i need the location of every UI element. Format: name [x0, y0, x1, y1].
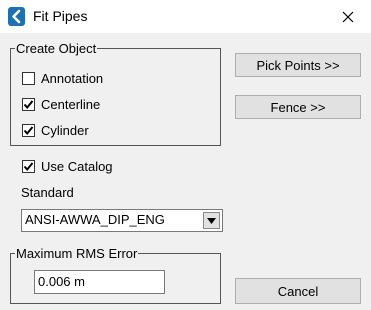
use-catalog-label: Use Catalog	[41, 158, 113, 174]
centerline-option[interactable]: Centerline	[22, 95, 100, 113]
window-title: Fit Pipes	[33, 8, 88, 24]
annotation-option[interactable]: Annotation	[22, 69, 103, 87]
standard-label: Standard	[21, 185, 74, 200]
fence-button[interactable]: Fence >>	[235, 95, 361, 119]
create-object-legend: Create Object	[16, 41, 97, 56]
close-button[interactable]	[325, 0, 371, 33]
checkmark-icon	[23, 161, 34, 171]
cancel-button[interactable]: Cancel	[235, 278, 361, 304]
cylinder-label: Cylinder	[41, 122, 89, 138]
app-icon	[8, 7, 25, 26]
pick-points-button[interactable]: Pick Points >>	[235, 53, 361, 77]
use-catalog-checkbox[interactable]	[22, 159, 35, 173]
checkmark-icon	[23, 125, 34, 135]
title-bar: Fit Pipes	[0, 0, 371, 33]
cylinder-checkbox[interactable]	[22, 123, 35, 137]
close-icon	[342, 11, 354, 22]
annotation-checkbox[interactable]	[22, 71, 35, 85]
fit-pipes-dialog: Fit Pipes Create Object Annotation Cente…	[0, 0, 371, 310]
centerline-checkbox[interactable]	[22, 97, 35, 111]
rms-error-input[interactable]: 0.006 m	[34, 270, 165, 294]
dialog-body: Create Object Annotation Centerline Cyli…	[0, 33, 371, 310]
annotation-label: Annotation	[41, 70, 104, 86]
dropdown-arrow-icon[interactable]	[203, 212, 220, 229]
cylinder-option[interactable]: Cylinder	[22, 121, 89, 139]
standard-selected-value: ANSI-AWWA_DIP_ENG	[25, 212, 165, 227]
standard-dropdown[interactable]: ANSI-AWWA_DIP_ENG	[21, 209, 223, 232]
checkmark-icon	[23, 99, 34, 109]
use-catalog-option[interactable]: Use Catalog	[22, 157, 113, 175]
rms-error-legend: Maximum RMS Error	[16, 246, 138, 261]
centerline-label: Centerline	[41, 96, 101, 112]
